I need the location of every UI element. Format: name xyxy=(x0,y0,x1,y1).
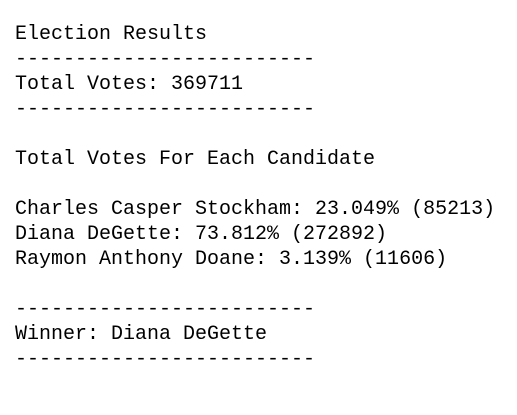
candidate-result: Charles Casper Stockham: 23.049% (85213) xyxy=(15,198,496,221)
console-output: Election Results -----------------------… xyxy=(0,0,517,415)
total-votes-line: Total Votes: 369711 xyxy=(15,73,244,96)
separator-line: ------------------------- xyxy=(15,48,316,71)
separator-line: ------------------------- xyxy=(15,348,316,371)
separator-line: ------------------------- xyxy=(15,98,316,121)
results-title: Election Results xyxy=(15,23,208,46)
winner-line: Winner: Diana DeGette xyxy=(15,323,268,346)
candidate-result: Diana DeGette: 73.812% (272892) xyxy=(15,223,388,246)
candidate-result: Raymon Anthony Doane: 3.139% (11606) xyxy=(15,248,448,271)
section-heading: Total Votes For Each Candidate xyxy=(15,148,376,171)
separator-line: ------------------------- xyxy=(15,298,316,321)
